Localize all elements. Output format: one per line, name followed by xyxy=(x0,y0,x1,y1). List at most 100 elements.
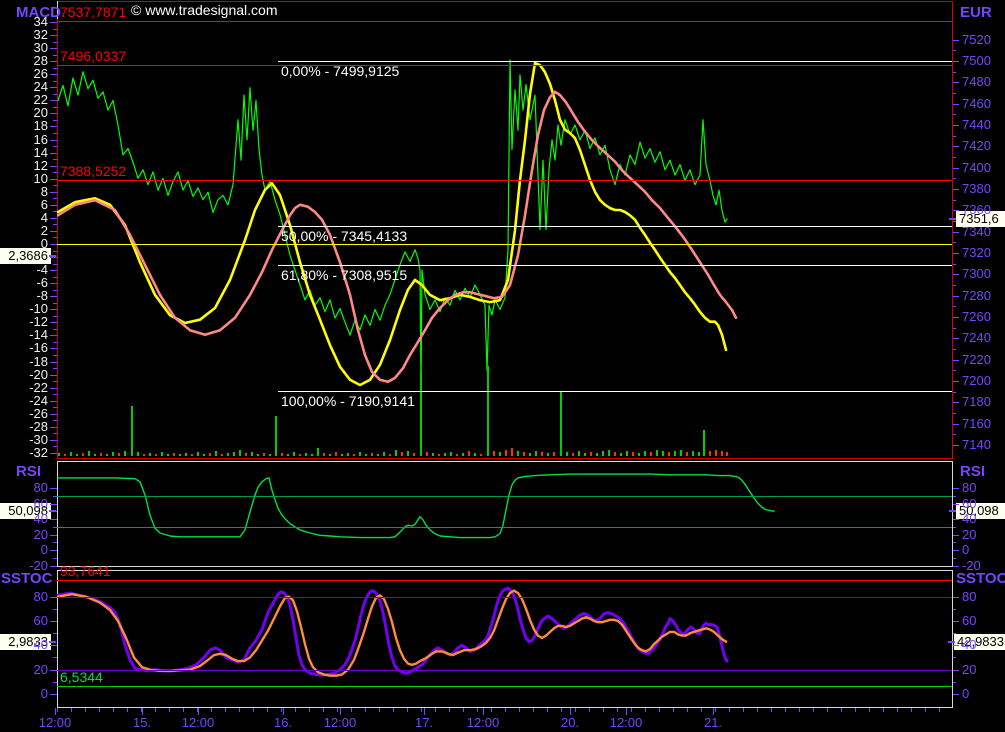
eur-tick-7460 xyxy=(953,104,959,105)
sstoc-axis-label-40: 40 xyxy=(0,638,48,652)
volume-bar-6 xyxy=(94,454,96,456)
sstoc-minortick-40 xyxy=(953,633,956,634)
macd-axis-label--24: -24 xyxy=(0,394,48,408)
sstoc-panel-title-right: SSTOC xyxy=(956,571,1005,586)
volume-bar-46 xyxy=(335,452,337,456)
chart-canvas[interactable] xyxy=(0,0,1005,732)
rsi-axis-label-60: 60 xyxy=(962,497,1004,511)
rsi-tick-60 xyxy=(953,504,959,505)
volume-bar-25 xyxy=(209,453,211,456)
rsi-panel-title-right: RSI xyxy=(960,464,985,479)
volume-bar-24 xyxy=(203,454,205,456)
eur-minortick-7440 xyxy=(953,114,956,115)
volume-bar-101 xyxy=(668,452,670,456)
eur-axis-label-7260: 7260 xyxy=(962,310,1004,324)
macd-axis-label--8: -8 xyxy=(0,289,48,303)
volume-bar-61 xyxy=(426,452,428,456)
rsi-tick--20 xyxy=(953,566,959,567)
sstoc-axis-label-80: 80 xyxy=(962,590,1004,604)
eur-axis-label-7220: 7220 xyxy=(962,353,1004,367)
macd-tick--32 xyxy=(50,453,57,454)
eur-axis-label-7180: 7180 xyxy=(962,395,1004,409)
rsi-axis-label-40: 40 xyxy=(962,512,1004,526)
sstoc-axis-label-80: 80 xyxy=(0,590,48,604)
volume-bar-88 xyxy=(590,452,592,456)
level-line-eur-1 xyxy=(57,65,952,66)
rsi-tick-0 xyxy=(50,550,57,551)
macd-minortick-10 xyxy=(53,172,57,173)
eur-axis-label-7420: 7420 xyxy=(962,139,1004,153)
volume-bar-70 xyxy=(480,454,482,456)
rsi-tick-0 xyxy=(953,550,959,551)
rsi-minortick-20 xyxy=(953,527,956,528)
time-label-6: 12:00 xyxy=(467,715,500,730)
volume-bar-27 xyxy=(221,454,223,456)
level-line-sstoc-12 xyxy=(57,670,952,671)
rsi-axis-label-80: 80 xyxy=(0,481,48,495)
level-line-eur-6 xyxy=(278,391,952,392)
sstoc-tick-0 xyxy=(50,694,57,695)
macd-minortick--10 xyxy=(53,303,57,304)
macd-minortick-4 xyxy=(53,211,57,212)
rsi-minortick-40 xyxy=(53,511,57,512)
volume-bar-9 xyxy=(112,452,114,456)
level-label-13: 6,5344 xyxy=(60,670,103,685)
volume-bar-66 xyxy=(456,454,458,456)
eur-tick-7280 xyxy=(953,296,959,297)
macd-axis-label-20: 20 xyxy=(0,106,48,120)
rsi-tick-60 xyxy=(50,504,57,505)
time-major-tick-5 xyxy=(424,708,425,715)
macd-minortick--8 xyxy=(53,290,57,291)
level-line-eur-0 xyxy=(57,21,952,22)
macd-axis-label-10: 10 xyxy=(0,172,48,186)
volume-bar-54 xyxy=(383,452,385,456)
eur-tick-7360 xyxy=(953,210,959,211)
volume-bar-1 xyxy=(64,454,66,456)
time-label-8: 12:00 xyxy=(610,715,643,730)
volume-bar-14 xyxy=(143,454,145,456)
eur-axis-title: EUR xyxy=(960,5,992,20)
level-label-4: 50,00% - 7345,4133 xyxy=(281,229,407,244)
volume-bar-26 xyxy=(215,451,217,456)
eur-tick-7200 xyxy=(953,381,959,382)
volume-bar-22 xyxy=(191,454,193,456)
volume-bar-82 xyxy=(553,452,555,456)
eur-minortick-7220 xyxy=(953,349,956,350)
eur-tick-7240 xyxy=(953,338,959,339)
macd-tick-4 xyxy=(50,218,57,219)
macd-minortick-18 xyxy=(53,120,57,121)
volume-bar-56 xyxy=(395,450,397,456)
macd-minortick--12 xyxy=(53,316,57,317)
sstoc-tick-20 xyxy=(50,670,57,671)
volume-bar-99 xyxy=(656,450,658,456)
macd-minortick-32 xyxy=(53,29,57,30)
volume-bar-71 xyxy=(487,366,489,456)
time-label-5: 17. xyxy=(415,715,433,730)
macd-axis-label-14: 14 xyxy=(0,146,48,160)
volume-bar-19 xyxy=(173,453,175,456)
level-line-sstoc-11 xyxy=(57,597,952,598)
volume-bar-28 xyxy=(227,453,229,456)
eur-minortick-7480 xyxy=(953,72,956,73)
rsi-minortick-60 xyxy=(953,496,956,497)
volume-bar-98 xyxy=(650,452,652,456)
macd-tick-16 xyxy=(50,140,57,141)
volume-bar-81 xyxy=(547,453,549,456)
sstoc-tick-80 xyxy=(50,597,57,598)
time-label-2: 12:00 xyxy=(182,715,215,730)
macd-minortick--18 xyxy=(53,355,57,356)
macd-axis-label--10: -10 xyxy=(0,302,48,316)
volume-bar-13 xyxy=(137,452,139,456)
volume-bar-67 xyxy=(462,453,464,456)
volume-bar-36 xyxy=(275,416,277,456)
macd-axis-label-22: 22 xyxy=(0,93,48,107)
eur-minortick-7320 xyxy=(953,242,956,243)
macd-minortick-30 xyxy=(53,42,57,43)
macd-axis-label--32: -32 xyxy=(0,446,48,460)
volume-bar-0 xyxy=(58,453,60,456)
eur-tick-7260 xyxy=(953,317,959,318)
time-major-tick-0 xyxy=(55,708,56,715)
eur-tick-7140 xyxy=(953,445,959,446)
macd-minortick-22 xyxy=(53,94,57,95)
volume-bar-4 xyxy=(82,453,84,456)
